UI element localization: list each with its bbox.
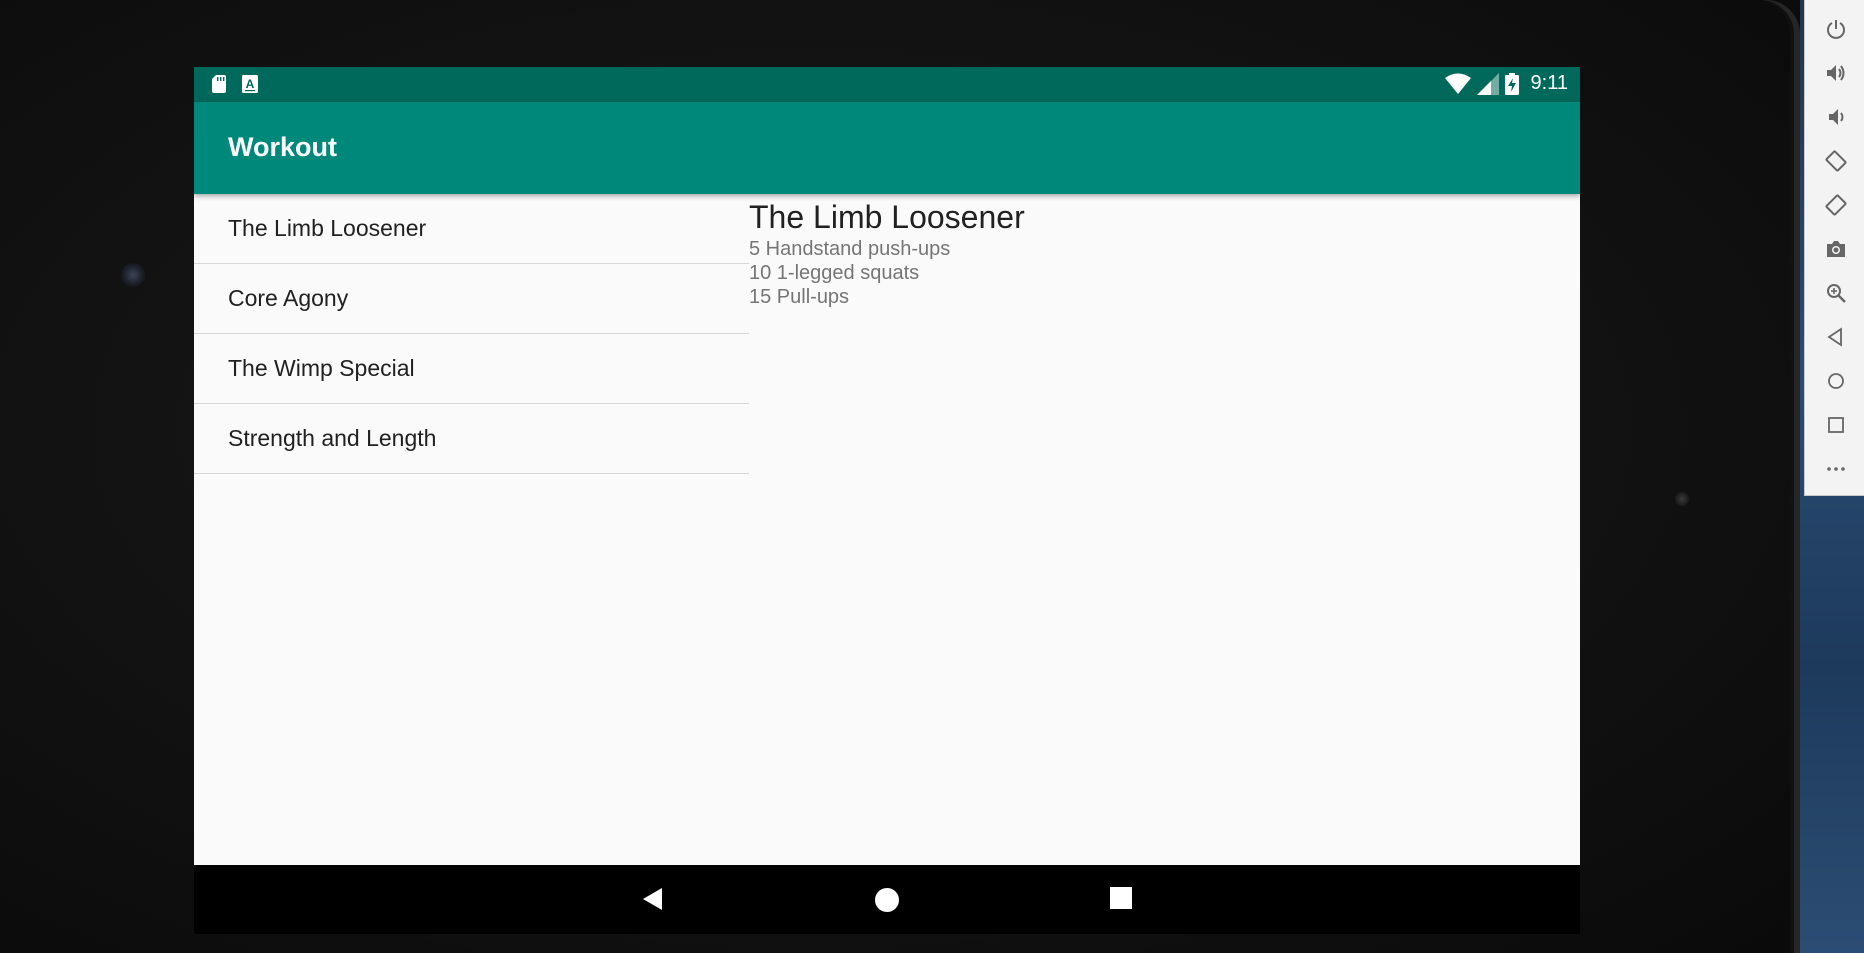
back-triangle-icon[interactable] [641, 887, 665, 911]
tablet-device-frame: A 9:11 Workout The Limb Loosener Core Ag… [0, 0, 1800, 953]
emulator-side-toolbar [1804, 0, 1864, 496]
workout-list-item[interactable]: Core Agony [194, 264, 749, 334]
svg-text:A: A [246, 77, 255, 91]
workout-label: Core Agony [228, 285, 349, 311]
status-clock: 9:11 [1530, 72, 1568, 94]
device-sensor [1675, 492, 1689, 506]
cell-signal-icon [1476, 72, 1499, 95]
battery-charging-icon [1504, 72, 1519, 95]
navigation-bar [194, 865, 1580, 934]
workout-list-item[interactable]: Strength and Length [194, 404, 749, 474]
detail-title: The Limb Loosener [749, 199, 1025, 235]
overview-icon[interactable] [1825, 414, 1847, 436]
app-title: Workout [228, 132, 337, 162]
more-icon[interactable] [1825, 458, 1847, 480]
home-circle-icon[interactable] [874, 887, 900, 913]
detail-line: 10 1-legged squats [749, 262, 920, 284]
status-bar: A 9:11 [194, 67, 1580, 102]
workout-list: The Limb Loosener Core Agony The Wimp Sp… [194, 194, 749, 474]
volume-down-icon[interactable] [1825, 106, 1847, 128]
sd-card-icon [212, 75, 226, 93]
detail-line: 15 Pull-ups [749, 286, 850, 308]
workout-label: The Wimp Special [228, 355, 415, 381]
recents-square-icon[interactable] [1110, 887, 1132, 909]
keyboard-a-icon: A [242, 75, 258, 93]
workout-list-item[interactable]: The Wimp Special [194, 334, 749, 404]
app-bar: Workout [194, 102, 1580, 194]
workout-label: Strength and Length [228, 425, 437, 451]
detail-line: 5 Handstand push-ups [749, 238, 951, 260]
power-icon[interactable] [1825, 18, 1847, 40]
zoom-icon[interactable] [1825, 282, 1847, 304]
workout-label: The Limb Loosener [228, 215, 427, 241]
rotate-right-icon[interactable] [1825, 194, 1847, 216]
workout-list-item[interactable]: The Limb Loosener [194, 194, 749, 264]
back-icon[interactable] [1825, 326, 1847, 348]
workout-detail: The Limb Loosener 5 Handstand push-ups 1… [749, 197, 1025, 309]
camera-icon[interactable] [1825, 238, 1847, 260]
rotate-left-icon[interactable] [1825, 150, 1847, 172]
volume-up-icon[interactable] [1825, 62, 1847, 84]
device-screen: A 9:11 Workout The Limb Loosener Core Ag… [194, 67, 1580, 934]
front-camera [121, 263, 145, 287]
home-icon[interactable] [1825, 370, 1847, 392]
wifi-icon [1444, 73, 1471, 94]
